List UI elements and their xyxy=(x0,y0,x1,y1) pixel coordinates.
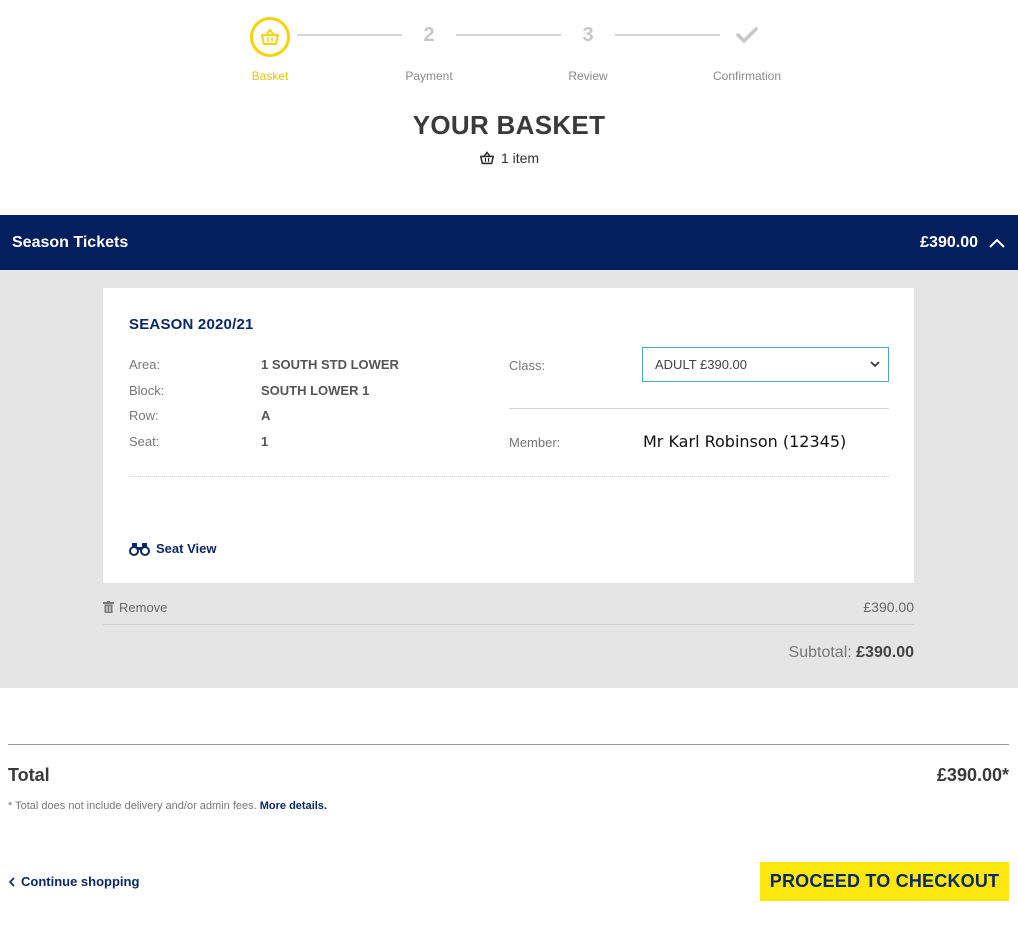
item-actions-row: Remove £390.00 xyxy=(103,592,914,622)
divider xyxy=(509,408,889,409)
detail-seat-label: Seat: xyxy=(129,434,160,449)
step-payment-number: 2 xyxy=(423,23,435,46)
step-basket-label: Basket xyxy=(251,69,289,83)
binoculars-icon xyxy=(129,542,150,556)
step-payment-label: Payment xyxy=(405,69,453,83)
chevron-down-icon xyxy=(870,361,880,368)
page-title: YOUR BASKET xyxy=(412,110,606,140)
proceed-to-checkout-button[interactable]: PROCEED TO CHECKOUT xyxy=(760,862,1009,901)
section-total: £390.00 xyxy=(920,233,978,251)
seat-view-link[interactable]: Seat View xyxy=(129,541,216,556)
remove-button[interactable]: Remove xyxy=(103,600,167,615)
ticket-card: SEASON 2020/21 Area: 1 SOUTH STD LOWER B… xyxy=(103,288,914,583)
checkout-stepper: Basket 2 Payment 3 Review Confirmation xyxy=(0,15,1018,85)
step-basket: Basket xyxy=(210,17,330,83)
check-icon xyxy=(736,27,758,43)
step-confirmation: Confirmation xyxy=(687,15,807,83)
detail-row-label: Row: xyxy=(129,408,159,423)
total-value: £390.00* xyxy=(936,765,1009,785)
chevron-left-icon xyxy=(8,876,15,887)
season-title: SEASON 2020/21 xyxy=(129,316,254,333)
item-price: £390.00 xyxy=(863,599,914,615)
step-basket-circle xyxy=(250,17,290,57)
section-title: Season Tickets xyxy=(12,233,129,251)
detail-block-label: Block: xyxy=(129,383,165,398)
basket-item-count: 1 item xyxy=(0,150,1018,166)
detail-area-value: 1 SOUTH STD LOWER xyxy=(261,357,399,372)
basket-icon xyxy=(261,28,279,45)
member-label: Member: xyxy=(509,435,561,450)
subtotal: Subtotal: £390.00 xyxy=(103,644,914,662)
chevron-up-icon[interactable] xyxy=(988,237,1006,249)
step-payment: 2 Payment xyxy=(369,15,489,84)
class-label: Class: xyxy=(509,358,546,373)
total-divider xyxy=(8,744,1009,745)
subtotal-value: £390.00 xyxy=(856,644,914,661)
step-review-number: 3 xyxy=(582,23,594,46)
section-body: SEASON 2020/21 Area: 1 SOUTH STD LOWER B… xyxy=(0,270,1018,688)
subtotal-label: Subtotal: xyxy=(788,644,852,661)
item-count-text: 1 item xyxy=(500,150,540,166)
step-review: 3 Review xyxy=(528,15,648,84)
class-select[interactable]: ADULT £390.00 xyxy=(642,347,889,382)
season-tickets-section-header[interactable]: Season Tickets £390.00 xyxy=(0,215,1018,270)
more-details-link[interactable]: More details. xyxy=(260,800,327,812)
class-select-value: ADULT £390.00 xyxy=(655,357,748,372)
total-note-text: * Total does not include delivery and/or… xyxy=(8,800,257,812)
trash-icon xyxy=(103,601,114,613)
step-review-label: Review xyxy=(568,69,608,83)
detail-row-value: A xyxy=(261,408,271,423)
detail-block-value: SOUTH LOWER 1 xyxy=(261,383,370,398)
divider xyxy=(103,624,914,625)
continue-shopping-link[interactable]: Continue shopping xyxy=(8,874,139,889)
member-value: Mr Karl Robinson (12345) xyxy=(643,432,847,451)
total-label: Total xyxy=(8,765,50,785)
dotted-divider xyxy=(129,476,889,477)
remove-label: Remove xyxy=(119,599,168,615)
seat-view-label: Seat View xyxy=(156,541,217,556)
step-confirmation-label: Confirmation xyxy=(712,69,782,83)
continue-shopping-label: Continue shopping xyxy=(21,874,140,889)
section-total-toggle[interactable]: £390.00 xyxy=(920,234,1006,252)
detail-seat-value: 1 xyxy=(261,434,269,449)
basket-icon xyxy=(479,151,494,165)
total-note: * Total does not include delivery and/or… xyxy=(8,800,327,812)
detail-area-label: Area: xyxy=(129,357,161,372)
